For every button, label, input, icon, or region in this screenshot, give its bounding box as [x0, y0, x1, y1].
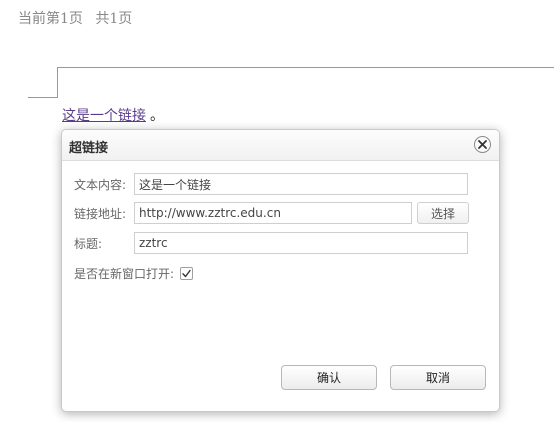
text-content-row: 文本内容:: [74, 173, 468, 195]
title-label: 标题:: [74, 236, 103, 251]
new-window-label: 是否在新窗口打开:: [74, 266, 175, 281]
title-input[interactable]: [134, 232, 468, 254]
close-icon: [478, 140, 487, 149]
editor-frame-top-border: [57, 67, 554, 68]
content-period: 。: [150, 108, 164, 124]
content-link[interactable]: 这是一个链接: [62, 108, 146, 124]
editor-content-line: 这是一个链接。: [62, 105, 164, 125]
link-url-label: 链接地址:: [74, 206, 127, 221]
checkmark-icon: [182, 269, 191, 277]
current-page-text: 当前第1页: [18, 11, 83, 27]
hyperlink-dialog: 超链接 文本内容: 链接地址: 选择 标题: 是否在新窗口打开: 确认 取消: [61, 129, 500, 412]
dialog-header: 超链接: [62, 130, 499, 161]
page-indicator: 当前第1页 共1页: [18, 8, 132, 28]
new-window-row: 是否在新窗口打开:: [74, 262, 194, 284]
new-window-checkbox[interactable]: [180, 266, 194, 280]
text-content-input[interactable]: [134, 173, 468, 195]
title-row: 标题:: [74, 232, 468, 254]
select-button[interactable]: 选择: [417, 202, 469, 224]
text-content-label: 文本内容:: [74, 177, 127, 192]
confirm-button[interactable]: 确认: [281, 365, 377, 390]
cancel-button[interactable]: 取消: [390, 365, 486, 390]
link-url-row: 链接地址: 选择: [74, 202, 469, 224]
total-pages-text: 共1页: [95, 11, 133, 27]
close-button[interactable]: [474, 136, 491, 153]
editor-frame-left-border: [57, 67, 58, 97]
dialog-title: 超链接: [69, 141, 109, 156]
editor-frame-indent-border: [28, 97, 58, 98]
link-url-input[interactable]: [134, 202, 412, 224]
